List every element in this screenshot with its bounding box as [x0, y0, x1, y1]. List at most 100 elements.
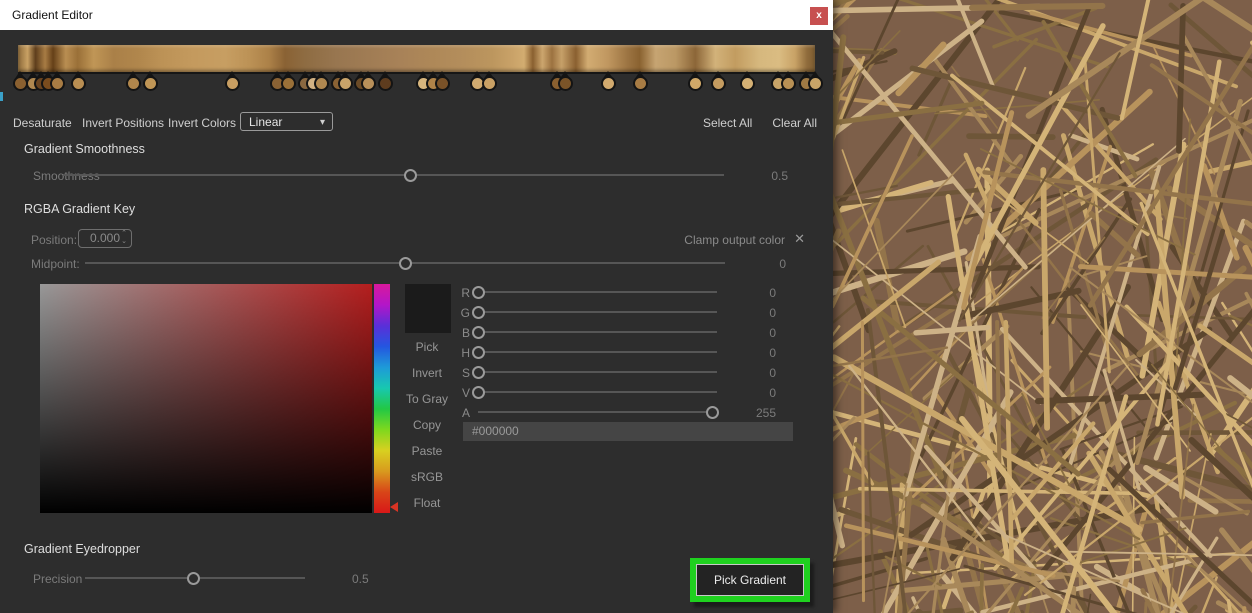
- v-slider[interactable]: [472, 386, 717, 399]
- v-value: 0: [769, 386, 776, 400]
- stop-color-dot: [378, 76, 394, 91]
- smoothness-label: Smoothness: [33, 169, 100, 183]
- smoothness-handle[interactable]: [404, 169, 418, 182]
- stop-color-dot: [740, 76, 756, 91]
- position-input[interactable]: 0.000 ⌃ ⌄: [78, 229, 132, 248]
- stop-color-dot: [710, 76, 726, 91]
- g-slider[interactable]: [472, 306, 717, 319]
- h-value: 0: [769, 346, 776, 360]
- a-value: 255: [755, 406, 776, 420]
- s-label: S: [461, 366, 470, 380]
- smoothness-value: 0.5: [771, 169, 788, 183]
- eyedropper-heading: Gradient Eyedropper: [24, 542, 141, 556]
- v-handle[interactable]: [472, 386, 485, 399]
- srgb-button[interactable]: sRGB: [398, 470, 456, 484]
- desaturate-button[interactable]: Desaturate: [13, 116, 72, 130]
- stop-color-dot: [281, 76, 297, 91]
- s-value: 0: [769, 366, 776, 380]
- b-slider[interactable]: [472, 326, 717, 339]
- hex-color-input[interactable]: #000000: [463, 422, 793, 441]
- g-value: 0: [769, 306, 776, 320]
- rgba-key-heading: RGBA Gradient Key: [24, 202, 136, 216]
- h-handle[interactable]: [472, 346, 485, 359]
- float-button[interactable]: Float: [398, 496, 456, 510]
- copy-button[interactable]: Copy: [398, 418, 456, 432]
- gradient-preview-strip[interactable]: [18, 45, 815, 72]
- gradient-stops[interactable]: [13, 71, 823, 92]
- midpoint-value: 0: [779, 257, 786, 271]
- stop-color-dot: [143, 76, 159, 91]
- a-label: A: [461, 406, 470, 420]
- interpolation-dropdown[interactable]: Linear ▾: [240, 112, 333, 131]
- interpolation-value: Linear: [249, 115, 283, 129]
- clear-all-button[interactable]: Clear All: [772, 116, 817, 130]
- spinner-icon[interactable]: ⌃ ⌄: [121, 230, 127, 246]
- stop-color-dot: [808, 76, 823, 91]
- pick-button[interactable]: Pick: [398, 340, 456, 354]
- chevron-down-icon: ▾: [319, 117, 325, 128]
- background-texture: [833, 0, 1252, 613]
- window-title: Gradient Editor: [12, 8, 93, 22]
- clamp-output-label: Clamp output color: [684, 233, 785, 247]
- stop-color-dot: [50, 76, 66, 91]
- b-label: B: [461, 326, 470, 340]
- position-value: 0.000: [89, 231, 121, 245]
- r-handle[interactable]: [472, 286, 485, 299]
- s-slider[interactable]: [472, 366, 717, 379]
- stop-color-dot: [780, 76, 796, 91]
- smoothness-slider[interactable]: [63, 169, 724, 182]
- hue-marker-icon: [390, 502, 398, 512]
- position-label: Position:: [31, 233, 78, 247]
- stop-color-dot: [360, 76, 376, 91]
- stop-color-dot: [313, 76, 329, 91]
- titlebar[interactable]: Gradient Editor x: [0, 0, 833, 30]
- saturation-value-picker[interactable]: [40, 284, 372, 513]
- midpoint-label: Midpoint:: [31, 257, 80, 271]
- clamp-x-icon[interactable]: ✕: [794, 231, 805, 247]
- pick-gradient-button[interactable]: Pick Gradient: [696, 564, 804, 596]
- s-handle[interactable]: [472, 366, 485, 379]
- r-value: 0: [769, 286, 776, 300]
- g-label: G: [460, 306, 470, 320]
- r-label: R: [461, 286, 470, 300]
- invert-positions-button[interactable]: Invert Positions: [82, 116, 164, 130]
- precision-slider[interactable]: [85, 572, 305, 585]
- stop-color-dot: [70, 76, 86, 91]
- g-handle[interactable]: [472, 306, 485, 319]
- stop-color-dot: [225, 76, 241, 91]
- r-slider[interactable]: [472, 286, 717, 299]
- b-handle[interactable]: [472, 326, 485, 339]
- h-label: H: [461, 346, 470, 360]
- background-texture-svg: [833, 0, 1252, 613]
- precision-handle[interactable]: [186, 572, 200, 585]
- stop-color-dot: [337, 76, 353, 91]
- smoothness-heading: Gradient Smoothness: [24, 142, 145, 156]
- h-slider[interactable]: [472, 346, 717, 359]
- select-all-button[interactable]: Select All: [703, 116, 752, 130]
- a-slider[interactable]: [478, 406, 720, 419]
- stop-color-dot: [600, 76, 616, 91]
- stop-color-dot: [435, 76, 450, 91]
- paste-button[interactable]: Paste: [398, 444, 456, 458]
- close-button[interactable]: x: [810, 7, 828, 25]
- pick-gradient-highlight: Pick Gradient: [690, 558, 810, 602]
- precision-value: 0.5: [352, 572, 369, 586]
- to-gray-button[interactable]: To Gray: [398, 392, 456, 406]
- gradient-editor-dialog: Gradient Editor x Desaturate Invert Posi…: [0, 0, 833, 613]
- hue-strip[interactable]: [374, 284, 390, 513]
- precision-label: Precision: [33, 572, 83, 586]
- stop-color-dot: [125, 76, 141, 91]
- invert-colors-button[interactable]: Invert Colors: [168, 116, 236, 130]
- screen: Gradient Editor x Desaturate Invert Posi…: [0, 0, 1252, 613]
- stop-color-dot: [482, 76, 498, 91]
- invert-button[interactable]: Invert: [398, 366, 456, 380]
- midpoint-handle[interactable]: [399, 257, 412, 270]
- midpoint-slider[interactable]: [85, 257, 725, 270]
- stop-color-dot: [557, 76, 573, 91]
- b-value: 0: [769, 326, 776, 340]
- v-label: V: [461, 386, 470, 400]
- a-handle[interactable]: [706, 406, 720, 419]
- edge-tick: [0, 92, 3, 101]
- stop-color-dot: [687, 76, 703, 91]
- stop-color-dot: [632, 76, 648, 91]
